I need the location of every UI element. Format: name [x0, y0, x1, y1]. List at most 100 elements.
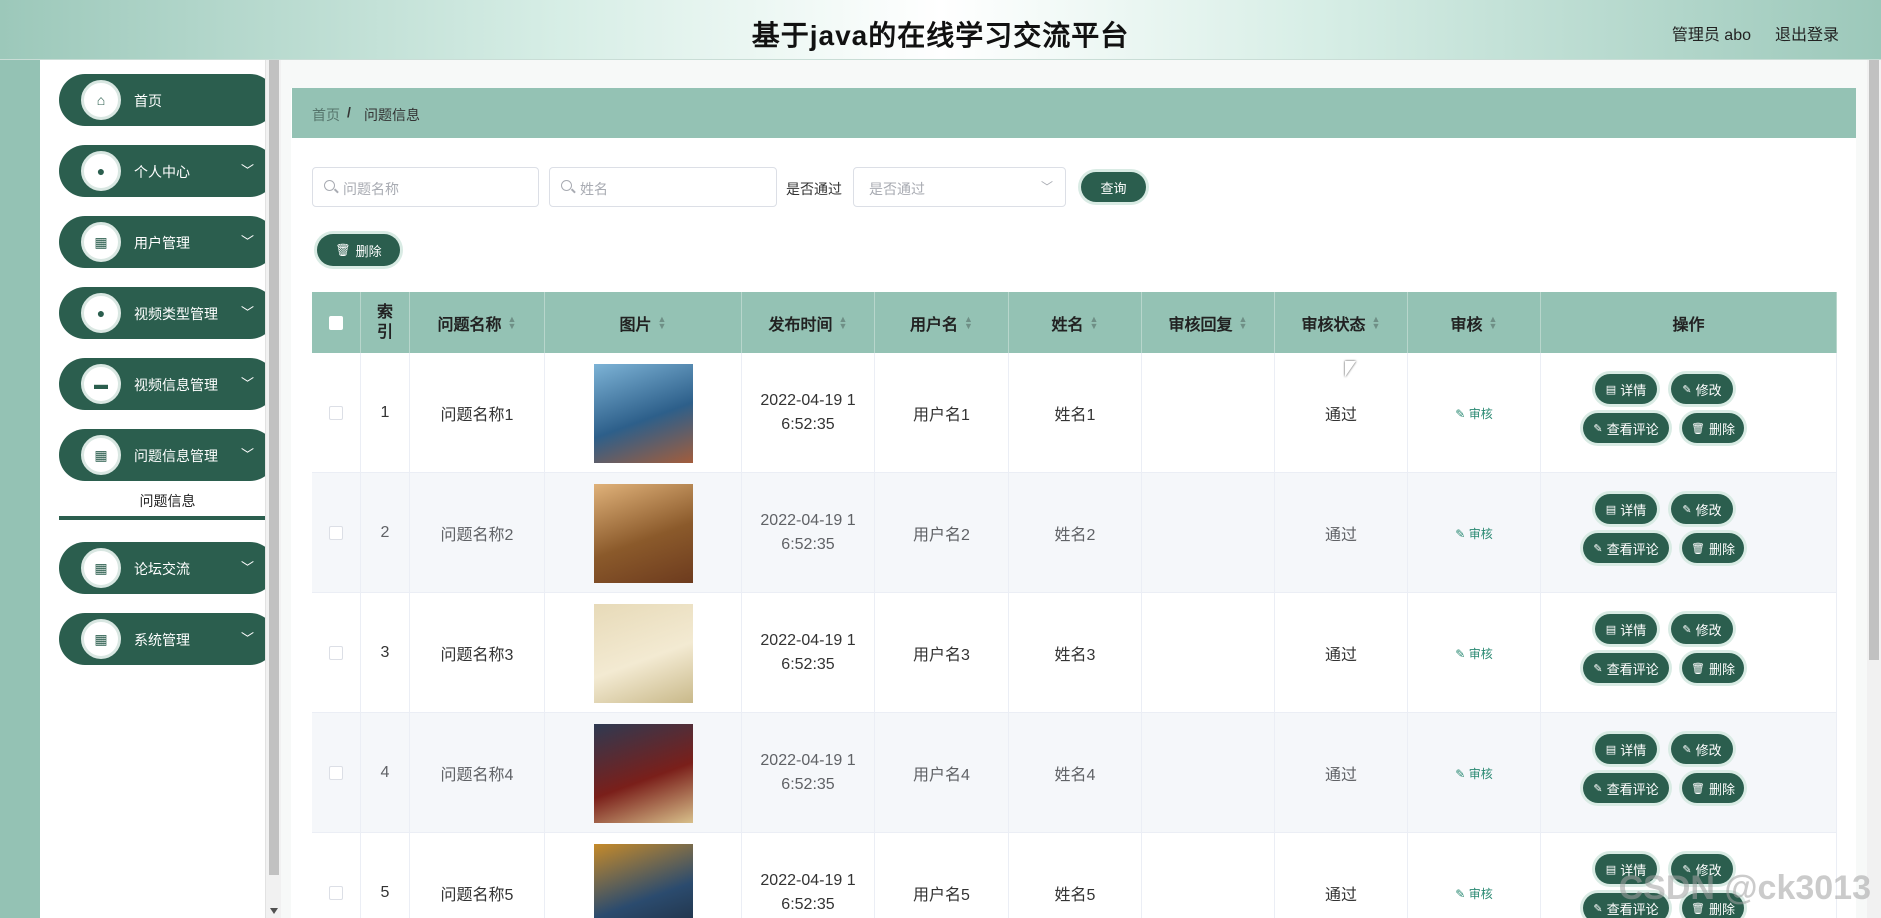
- row-checkbox[interactable]: [329, 646, 343, 660]
- select-all-checkbox[interactable]: [329, 315, 343, 330]
- review-link-label: 审核: [1468, 406, 1493, 421]
- column-header-label: 姓名: [1051, 316, 1084, 334]
- table-cell: 2022-04-19 16:52:35: [742, 593, 875, 713]
- page-scroll-thumb[interactable]: [1869, 60, 1879, 660]
- edit-icon: ✎: [1455, 406, 1469, 421]
- view-comments-button[interactable]: ✎ 查看评论: [1583, 773, 1669, 803]
- column-header-label: 发布时间: [768, 316, 833, 334]
- review-link[interactable]: ✎ 审核: [1455, 405, 1492, 422]
- edit-button[interactable]: ✎ 修改: [1671, 614, 1733, 644]
- review-link[interactable]: ✎ 审核: [1455, 885, 1492, 902]
- column-header[interactable]: 问题名称 ▲ ▼: [410, 292, 545, 353]
- sidebar-item-4[interactable]: ▬ 视频信息管理 ﹀: [59, 358, 276, 410]
- row-checkbox[interactable]: [329, 766, 343, 780]
- sort-icon[interactable]: ▲ ▼: [1372, 314, 1381, 330]
- table-cell: ✎ 审核: [1408, 593, 1541, 713]
- edit-button[interactable]: ✎ 修改: [1671, 494, 1733, 524]
- sort-icon[interactable]: ▲ ▼: [1489, 314, 1498, 330]
- table-cell: 3: [361, 593, 410, 713]
- sidebar-item-0[interactable]: ⌂ 首页: [59, 74, 276, 126]
- sidebar-scrollbar[interactable]: [265, 60, 281, 918]
- sort-icon[interactable]: ▲ ▼: [839, 314, 848, 330]
- row-checkbox[interactable]: [329, 406, 343, 420]
- sidebar-item-3[interactable]: ● 视频类型管理 ﹀: [59, 287, 276, 339]
- cell-index: 3: [380, 644, 390, 661]
- view-comments-button[interactable]: ✎ 查看评论: [1583, 653, 1669, 683]
- detail-button[interactable]: ▤ 详情: [1595, 734, 1657, 764]
- detail-button[interactable]: ▤ 详情: [1595, 494, 1657, 524]
- table-cell: [1142, 713, 1275, 833]
- user-icon: ●: [81, 293, 121, 333]
- column-header-label: 用户名: [910, 316, 959, 334]
- sidebar-scroll-thumb[interactable]: [269, 60, 279, 875]
- cell-name: 姓名2: [1054, 527, 1096, 544]
- question-thumbnail-image: [593, 483, 693, 583]
- column-header[interactable]: 发布时间 ▲ ▼: [742, 292, 875, 353]
- column-header[interactable]: 审核回复 ▲ ▼: [1142, 292, 1275, 353]
- sort-icon[interactable]: ▲ ▼: [1090, 314, 1099, 330]
- table-cell: 通过: [1275, 593, 1408, 713]
- table-cell: [545, 473, 742, 593]
- column-header[interactable]: 姓名 ▲ ▼: [1009, 292, 1142, 353]
- cell-name: 姓名1: [1054, 407, 1096, 424]
- table-cell: 用户名1: [875, 353, 1009, 473]
- delete-button[interactable]: 🗑 删除: [1682, 413, 1744, 443]
- edit-button-label: 修改: [1695, 622, 1722, 638]
- view-comments-button[interactable]: ✎ 查看评论: [1583, 413, 1669, 443]
- view-comments-button[interactable]: ✎ 查看评论: [1583, 533, 1669, 563]
- grid-icon: ▦: [81, 548, 121, 588]
- table-cell: 用户名4: [875, 713, 1009, 833]
- column-header[interactable]: 索引: [361, 292, 410, 353]
- batch-delete-button[interactable]: 🗑 删除: [317, 234, 400, 266]
- question-name-input[interactable]: 问题名称: [312, 167, 539, 207]
- sidebar-item-1[interactable]: ● 个人中心 ﹀: [59, 145, 276, 197]
- sidebar-item-2[interactable]: ▦ 用户管理 ﹀: [59, 216, 276, 268]
- breadcrumb-home[interactable]: 首页: [312, 105, 340, 125]
- sidebar-item-7[interactable]: ▦ 系统管理 ﹀: [59, 613, 276, 665]
- delete-button-label: 删除: [1708, 541, 1735, 557]
- column-header[interactable]: 审核状态 ▲ ▼: [1275, 292, 1408, 353]
- cell-status: 通过: [1324, 407, 1357, 424]
- cell-index: 4: [380, 764, 390, 781]
- sort-icon[interactable]: ▲ ▼: [964, 314, 973, 330]
- name-input[interactable]: 姓名: [549, 167, 777, 207]
- chevron-down-icon: ﹀: [1040, 180, 1053, 194]
- pass-select[interactable]: 是否通过 ﹀: [853, 167, 1066, 207]
- scroll-down-arrow-icon[interactable]: [270, 908, 278, 914]
- sidebar-item-6[interactable]: ▦ 论坛交流 ﹀: [59, 542, 276, 594]
- sidebar-item-label: 用户管理: [134, 235, 190, 251]
- cell-username: 用户名1: [913, 407, 970, 424]
- sort-icon[interactable]: ▲ ▼: [658, 314, 667, 330]
- table-cell: [1142, 593, 1275, 713]
- column-header[interactable]: 审核 ▲ ▼: [1408, 292, 1541, 353]
- page-scrollbar[interactable]: [1867, 60, 1881, 918]
- edit-button[interactable]: ✎ 修改: [1671, 374, 1733, 404]
- delete-button[interactable]: 🗑 删除: [1682, 533, 1744, 563]
- edit-button[interactable]: ✎ 修改: [1671, 734, 1733, 764]
- question-thumbnail-image: [593, 723, 693, 823]
- view-comments-button-label: 查看评论: [1606, 421, 1659, 437]
- pencil-icon: ✎: [1593, 662, 1603, 675]
- sidebar: ⌂ 首页 ● 个人中心 ﹀ ▦ 用户管理 ﹀ ● 视频类型管理 ﹀ ▬ 视频信息管理 ﹀ ▦ 问题信息管理 ﹀ ▦…: [40, 60, 276, 918]
- row-checkbox[interactable]: [329, 886, 343, 900]
- query-button[interactable]: 查询: [1081, 172, 1146, 202]
- sort-icon[interactable]: ▲ ▼: [508, 314, 517, 330]
- sidebar-item-label: 个人中心: [134, 164, 190, 180]
- review-link[interactable]: ✎ 审核: [1455, 645, 1492, 662]
- row-checkbox[interactable]: [329, 526, 343, 540]
- column-header[interactable]: 用户名 ▲ ▼: [875, 292, 1009, 353]
- sort-icon[interactable]: ▲ ▼: [1239, 314, 1248, 330]
- sidebar-item-label: 系统管理: [134, 632, 190, 648]
- delete-button[interactable]: 🗑 删除: [1682, 653, 1744, 683]
- logout-link[interactable]: 退出登录: [1775, 21, 1839, 45]
- view-comments-button-label: 查看评论: [1606, 781, 1659, 797]
- detail-button[interactable]: ▤ 详情: [1595, 374, 1657, 404]
- column-header[interactable]: 图片 ▲ ▼: [545, 292, 742, 353]
- detail-button[interactable]: ▤ 详情: [1595, 614, 1657, 644]
- review-link[interactable]: ✎ 审核: [1455, 765, 1492, 782]
- sidebar-item-5[interactable]: ▦ 问题信息管理 ﹀: [59, 429, 276, 481]
- table-cell: ✎ 审核: [1408, 713, 1541, 833]
- review-link[interactable]: ✎ 审核: [1455, 525, 1492, 542]
- delete-button[interactable]: 🗑 删除: [1682, 773, 1744, 803]
- submenu-question-info[interactable]: 问题信息: [59, 484, 276, 520]
